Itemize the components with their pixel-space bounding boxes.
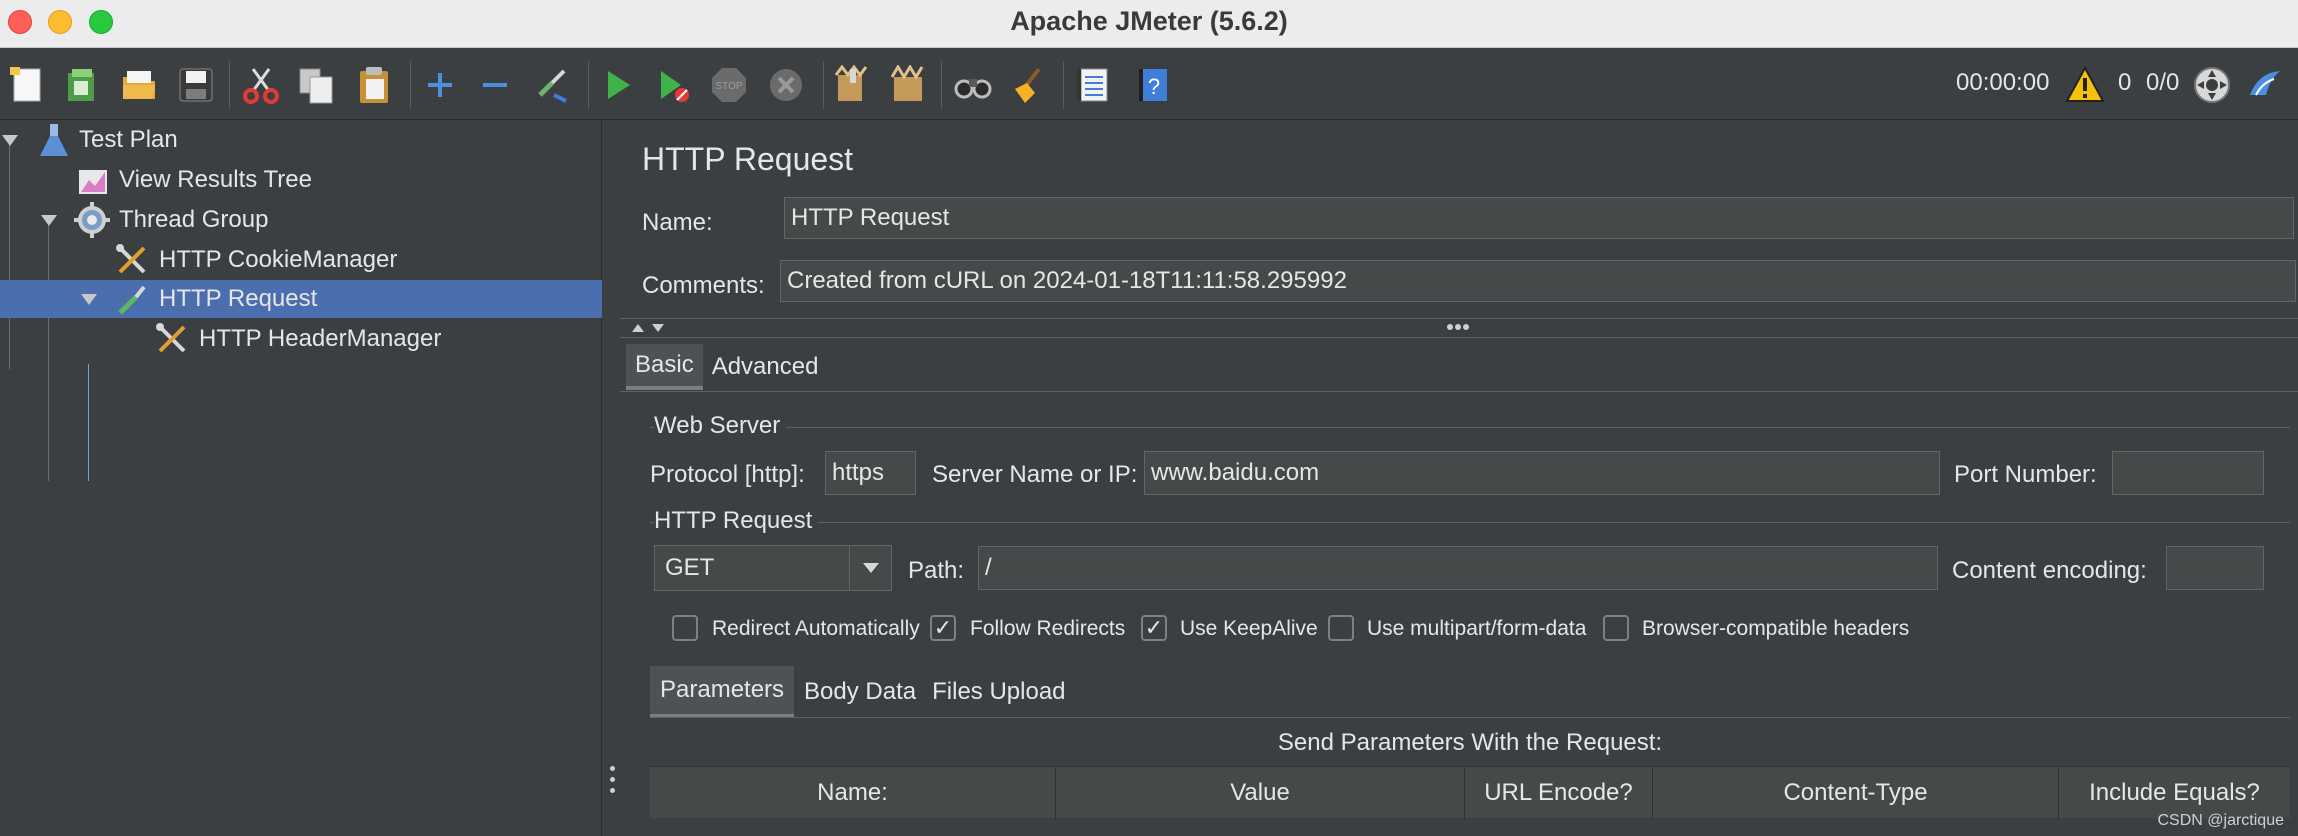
elapsed-time: 00:00:00	[1956, 69, 2050, 96]
tools-icon	[116, 244, 146, 274]
open-icon[interactable]	[117, 63, 161, 107]
browser-compatible-headers-checkbox[interactable]	[1603, 615, 1629, 641]
chevron-down-icon[interactable]	[2, 135, 18, 146]
gear-icon	[74, 202, 110, 238]
content-encoding-field[interactable]	[2166, 546, 2264, 590]
new-icon[interactable]	[6, 63, 50, 107]
path-label: Path:	[908, 557, 965, 584]
tree-node-label: Test Plan	[79, 126, 178, 153]
use-keepalive-label: Use KeepAlive	[1180, 617, 1318, 640]
shutdown-icon[interactable]	[764, 63, 808, 107]
test-plan-tree: Test Plan View Results Tree Thread Group…	[0, 121, 602, 836]
tools-icon	[156, 323, 186, 353]
redirect-automatically-label: Redirect Automatically	[712, 617, 920, 640]
server-name-field[interactable]: www.baidu.com	[1144, 451, 1940, 495]
comments-label: Comments:	[642, 272, 765, 299]
method-select[interactable]: GET	[654, 545, 892, 591]
start-no-pauses-icon[interactable]	[651, 63, 695, 107]
port-number-label: Port Number:	[1954, 461, 2097, 488]
search-icon[interactable]	[951, 63, 995, 107]
paste-icon[interactable]	[352, 63, 396, 107]
redirect-automatically-checkbox[interactable]	[672, 615, 698, 641]
web-server-section-title: Web Server	[654, 412, 787, 440]
split-pane-divider[interactable]	[603, 121, 620, 836]
parameters-table-header: Name: Value URL Encode? Content-Type Inc…	[650, 766, 2290, 819]
tab-basic[interactable]: Basic	[626, 344, 703, 390]
protocol-label: Protocol [http]:	[650, 461, 805, 488]
collapse-icon[interactable]	[473, 63, 517, 107]
browser-compatible-headers-label: Browser-compatible headers	[1642, 617, 1910, 640]
window-title: Apache JMeter (5.6.2)	[1010, 6, 1288, 36]
help-icon[interactable]: ?	[1131, 63, 1175, 107]
tree-node-http-request[interactable]: HTTP Request	[0, 280, 602, 318]
path-field[interactable]: /	[978, 546, 1938, 590]
column-header-value[interactable]: Value	[1056, 767, 1465, 819]
http-request-section-title: HTTP Request	[654, 507, 819, 535]
copy-icon[interactable]	[294, 63, 338, 107]
tree-node-test-plan[interactable]: Test Plan	[0, 121, 602, 159]
column-header-name[interactable]: Name:	[650, 767, 1056, 819]
toolbar: STOP ? 00:00:00 0 0/0	[0, 49, 2298, 120]
title-bar: Apache JMeter (5.6.2)	[0, 0, 2298, 48]
protocol-field[interactable]: https	[825, 451, 916, 495]
follow-redirects-checkbox[interactable]: ✓	[930, 615, 956, 641]
remote-status-icon[interactable]	[2190, 63, 2234, 107]
cut-icon[interactable]	[239, 63, 283, 107]
flask-icon	[40, 124, 68, 156]
chevron-down-icon[interactable]	[849, 546, 891, 590]
toggle-icon[interactable]	[530, 63, 574, 107]
save-icon[interactable]	[174, 63, 218, 107]
tree-node-label: HTTP CookieManager	[159, 246, 398, 273]
log-viewer-icon[interactable]	[2242, 63, 2286, 107]
use-keepalive-checkbox[interactable]: ✓	[1141, 615, 1167, 641]
name-field[interactable]: HTTP Request	[784, 197, 2294, 239]
warning-count: 0	[2118, 69, 2132, 96]
column-header-url-encode[interactable]: URL Encode?	[1465, 767, 1653, 819]
comments-field[interactable]: Created from cURL on 2024-01-18T11:11:58…	[780, 260, 2296, 302]
warning-icon[interactable]	[2063, 63, 2107, 107]
clear-all-icon[interactable]	[886, 63, 930, 107]
column-header-content-type[interactable]: Content-Type	[1653, 767, 2059, 819]
tree-node-view-results-tree[interactable]: View Results Tree	[0, 161, 602, 199]
content-encoding-label: Content encoding:	[1952, 557, 2147, 584]
pipette-icon	[118, 285, 146, 315]
thread-count: 0/0	[2146, 69, 2180, 96]
tree-node-thread-group[interactable]: Thread Group	[0, 201, 602, 239]
tree-node-http-headermanager[interactable]: HTTP HeaderManager	[0, 320, 602, 358]
tab-advanced[interactable]: Advanced	[703, 344, 828, 390]
tree-node-label: HTTP HeaderManager	[199, 325, 442, 352]
stop-icon[interactable]: STOP	[707, 63, 751, 107]
server-name-label: Server Name or IP:	[932, 461, 1138, 488]
use-multipart-label: Use multipart/form-data	[1367, 617, 1587, 640]
tab-body-data[interactable]: Body Data	[794, 666, 926, 718]
use-multipart-checkbox[interactable]	[1328, 615, 1354, 641]
name-label: Name:	[642, 209, 713, 236]
port-number-field[interactable]	[2112, 451, 2264, 495]
tree-node-label: HTTP Request	[159, 285, 318, 312]
graph-icon	[79, 170, 107, 194]
chevron-down-icon[interactable]	[81, 294, 97, 305]
start-icon[interactable]	[596, 63, 640, 107]
tab-parameters[interactable]: Parameters	[650, 666, 795, 718]
panel-title: HTTP Request	[642, 141, 854, 177]
follow-redirects-label: Follow Redirects	[970, 617, 1126, 640]
expand-icon[interactable]	[418, 63, 462, 107]
tree-node-http-cookiemanager[interactable]: HTTP CookieManager	[0, 241, 602, 279]
clear-icon[interactable]	[828, 63, 872, 107]
parameters-caption: Send Parameters With the Request:	[1277, 729, 1663, 756]
reset-search-icon[interactable]	[1007, 63, 1051, 107]
tab-files-upload[interactable]: Files Upload	[926, 666, 1071, 718]
drag-handle-icon[interactable]	[1446, 323, 1470, 331]
collapse-arrows-icon[interactable]	[630, 322, 670, 334]
http-request-panel: HTTP Request Name: HTTP Request Comments…	[620, 121, 2298, 836]
templates-icon[interactable]	[60, 63, 104, 107]
svg-text:?: ?	[1148, 74, 1160, 99]
method-value: GET	[665, 554, 715, 581]
tree-node-label: Thread Group	[119, 206, 269, 233]
function-helper-icon[interactable]	[1071, 63, 1115, 107]
watermark: CSDN @jarctique	[2157, 812, 2285, 829]
svg-text:STOP: STOP	[715, 81, 742, 92]
chevron-down-icon[interactable]	[41, 215, 57, 226]
tree-node-label: View Results Tree	[119, 166, 312, 193]
